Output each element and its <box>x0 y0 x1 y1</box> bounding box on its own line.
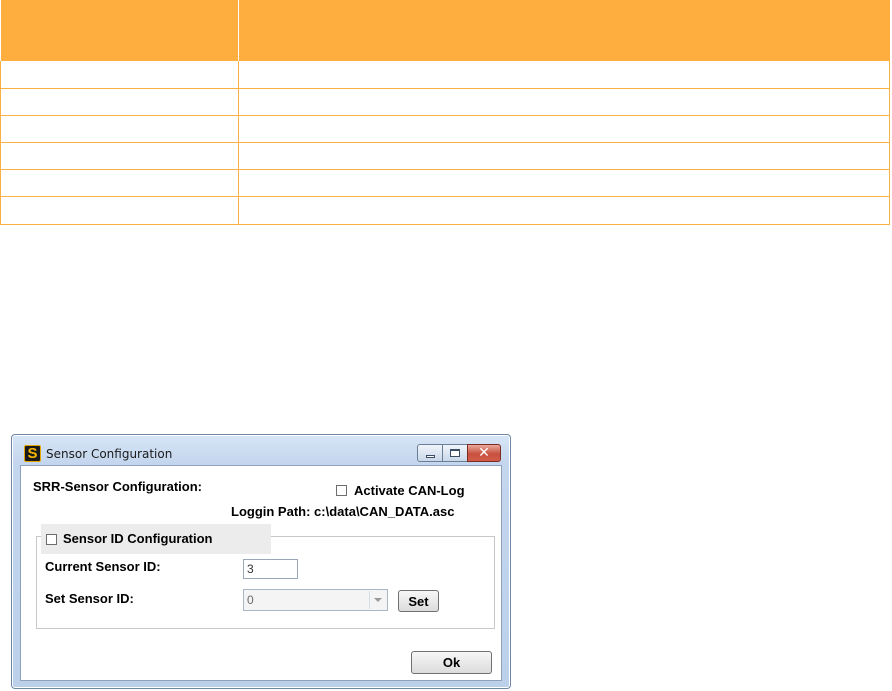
close-button[interactable]: ✕ <box>467 444 501 462</box>
table-cell <box>238 169 890 197</box>
table-header-cell <box>238 0 890 61</box>
table-row <box>0 88 890 116</box>
activate-can-log-checkbox[interactable] <box>336 485 347 496</box>
table-row <box>0 61 890 89</box>
table-cell <box>0 142 239 170</box>
sensor-id-configuration-label[interactable]: Sensor ID Configuration <box>63 531 213 546</box>
table-cell <box>0 115 239 143</box>
sensor-id-group-header: Sensor ID Configuration <box>41 524 271 554</box>
table-row <box>0 142 890 170</box>
table-cell <box>0 169 239 197</box>
window-title: Sensor Configuration <box>46 447 173 461</box>
minimize-button[interactable] <box>417 444 443 462</box>
chevron-down-icon[interactable] <box>369 591 386 609</box>
current-sensor-id-label: Current Sensor ID: <box>45 559 161 574</box>
maximize-button[interactable] <box>442 444 468 462</box>
table-header-row <box>0 0 890 61</box>
sensor-id-configuration-checkbox[interactable] <box>46 534 57 545</box>
table-cell <box>0 88 239 116</box>
table-header-cell <box>0 0 239 61</box>
table-row <box>0 115 890 143</box>
sensor-configuration-window: S Sensor Configuration ✕ SRR-Sensor Conf… <box>11 434 511 689</box>
table-cell <box>238 61 890 89</box>
table-row <box>0 169 890 197</box>
set-button[interactable]: Set <box>398 590 439 612</box>
minimize-icon <box>425 455 435 458</box>
set-sensor-id-dropdown[interactable]: 0 <box>243 589 388 611</box>
table-cell <box>0 61 239 89</box>
table-cell <box>238 88 890 116</box>
table-cell <box>238 142 890 170</box>
current-sensor-id-field[interactable]: 3 <box>243 559 298 579</box>
dialog-heading: SRR-Sensor Configuration: <box>33 479 202 494</box>
table-cell <box>238 115 890 143</box>
set-sensor-id-label: Set Sensor ID: <box>45 591 134 606</box>
activate-can-log-label[interactable]: Activate CAN-Log <box>354 483 465 498</box>
table-cell <box>238 196 890 225</box>
logging-path-label: Loggin Path: c:\data\CAN_DATA.asc <box>231 504 455 519</box>
window-caption-buttons: ✕ <box>417 444 501 462</box>
close-icon: ✕ <box>478 445 490 461</box>
ok-button[interactable]: Ok <box>411 651 492 674</box>
table-cell <box>0 196 239 225</box>
dialog-client-area: SRR-Sensor Configuration: Activate CAN-L… <box>20 465 502 681</box>
table-row <box>0 196 890 225</box>
maximize-icon <box>450 449 460 457</box>
app-logo-icon: S <box>24 445 41 462</box>
window-titlebar[interactable]: S Sensor Configuration ✕ <box>12 435 510 465</box>
document-table <box>0 0 890 225</box>
set-sensor-id-selected: 0 <box>247 593 254 607</box>
